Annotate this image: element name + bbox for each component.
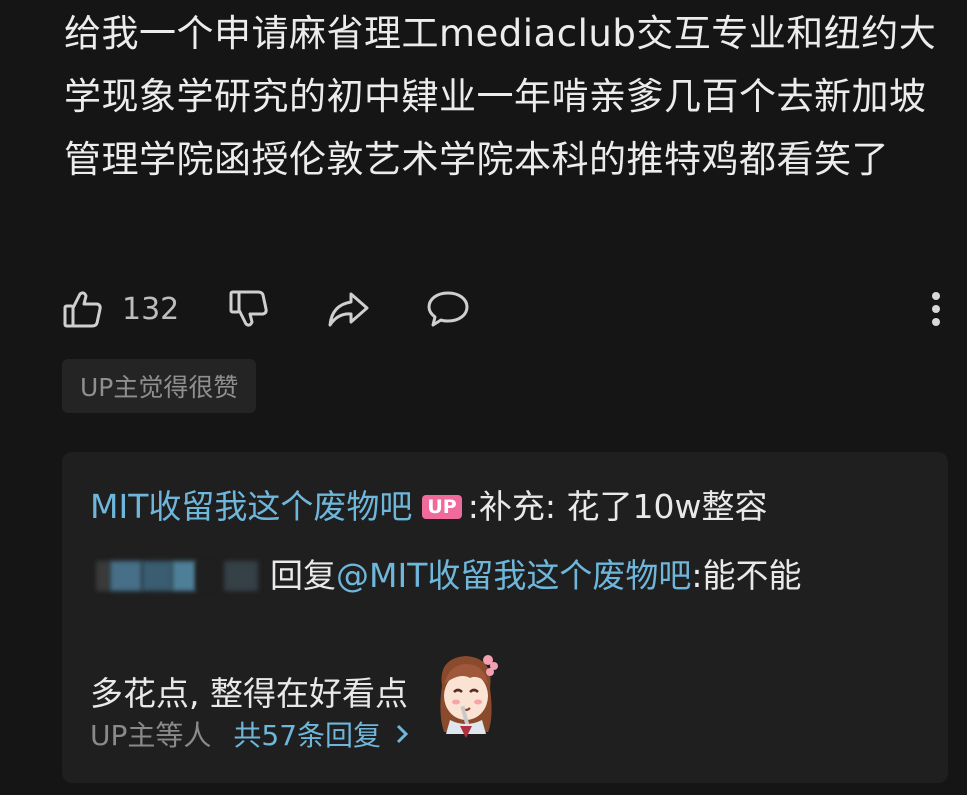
view-all-replies-link[interactable]: 共57条回复 [233, 714, 413, 754]
chevron-right-icon [396, 724, 409, 744]
more-button[interactable] [930, 284, 942, 334]
up-liked-badge: UP主觉得很赞 [62, 359, 257, 413]
comment-icon [427, 291, 469, 327]
reply-box[interactable]: MIT收留我这个废物吧 UP : 补充: 花了10w整容 回复 @MIT收留我这… [62, 452, 948, 783]
like-count: 132 [122, 291, 180, 327]
sticker-girl-icon [440, 655, 498, 738]
comment-text: 给我一个申请麻省理工mediaclub交互专业和纽约大学现象学研究的初中肄业一年… [64, 12, 937, 181]
share-icon [328, 292, 369, 327]
comment-actions: 132 [62, 284, 942, 334]
thumbs-down-icon [229, 290, 268, 327]
view-all-replies-label: 共57条回复 [233, 719, 382, 752]
reply-text: 多花点, 整得在好看点 [90, 674, 408, 713]
reply-text: :能不能 [691, 556, 802, 595]
reply-footer: UP主等人 共57条回复 [90, 714, 413, 754]
comment-button[interactable] [426, 284, 470, 334]
reply-separator: : [467, 487, 479, 526]
reply-mention[interactable]: @MIT收留我这个废物吧 [336, 552, 691, 600]
reply-item: MIT收留我这个废物吧 UP : 补充: 花了10w整容 [90, 483, 767, 531]
reply-item: 回复 @MIT收留我这个废物吧 :能不能 [90, 552, 802, 600]
up-badge: UP [422, 495, 462, 519]
reply-text: 补充: 花了10w整容 [478, 487, 768, 526]
like-button[interactable]: 132 [62, 284, 179, 334]
dislike-button[interactable] [228, 284, 270, 334]
reply-author[interactable]: MIT收留我这个废物吧 [90, 483, 412, 531]
reply-word: 回复 [270, 556, 336, 595]
blurred-username[interactable] [90, 552, 262, 600]
up-and-others: UP主等人 [90, 719, 212, 752]
more-vertical-icon [932, 292, 940, 326]
share-button[interactable] [326, 284, 370, 334]
thumbs-up-icon [63, 291, 102, 328]
